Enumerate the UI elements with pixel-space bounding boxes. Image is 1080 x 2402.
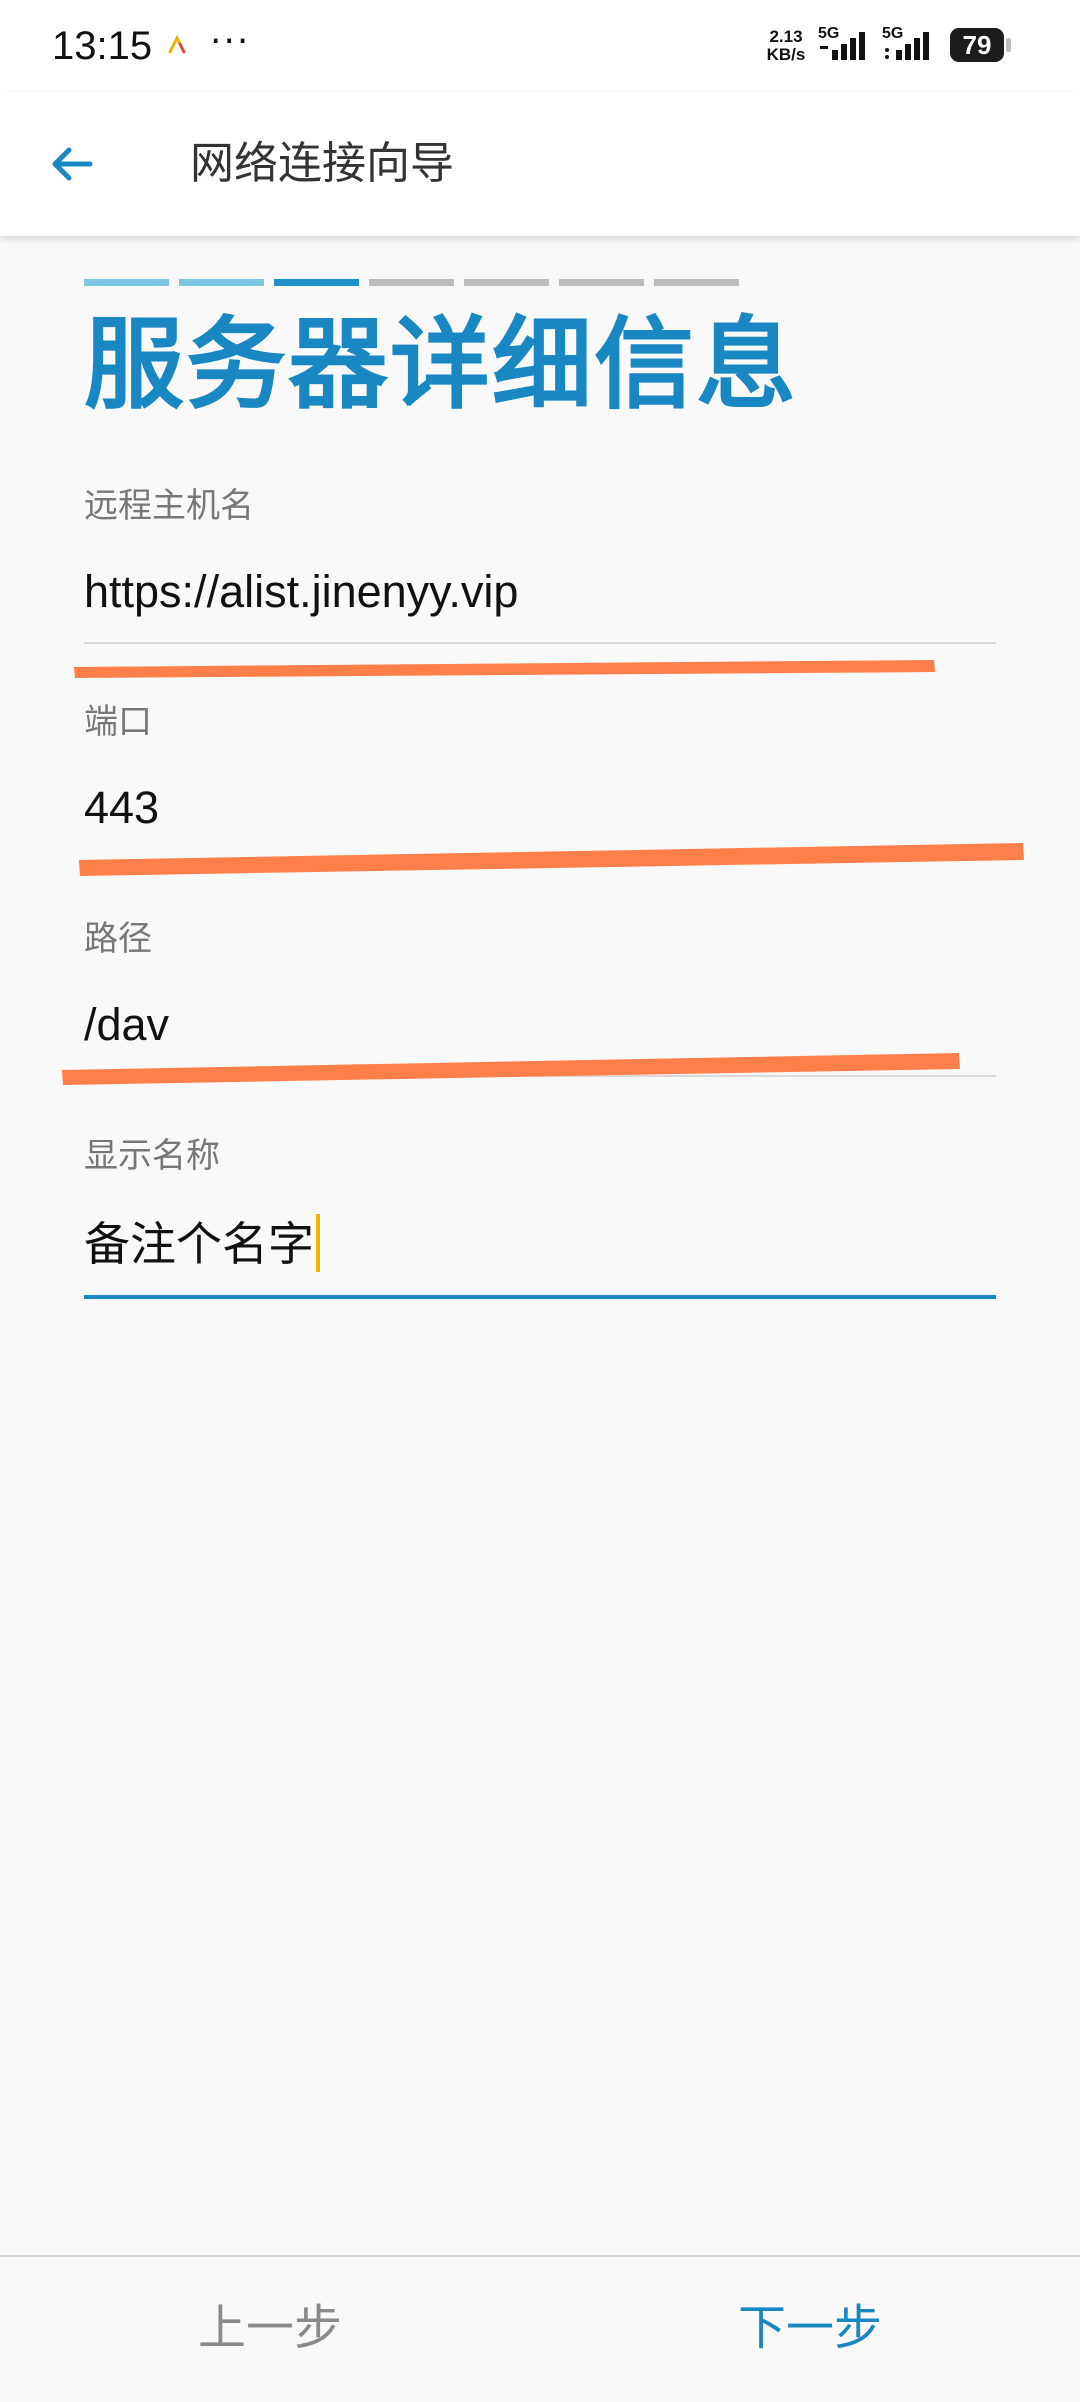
annotation-stroke-port [79,843,1024,876]
wizard-step-6 [559,279,644,286]
page-title: 网络连接向导 [190,138,454,189]
back-arrow-icon[interactable] [36,128,108,200]
wizard-step-5 [464,279,549,286]
battery-icon: 79 [950,28,1012,64]
section-heading: 服务器详细信息 [84,306,798,423]
path-underline [84,1075,996,1077]
display-name-input[interactable]: 备注个名字 [84,1214,996,1274]
wizard-step-7 [654,279,739,286]
signal-bars-icon-2 [885,32,929,60]
network-speed-value: 2.13 [769,27,803,46]
annotation-stroke-host [74,660,935,678]
host-input[interactable]: https://alist.jinenyy.vip [84,562,996,622]
display-name-value: 备注个名字 [84,1217,314,1271]
notification-app-icon [168,34,186,54]
network-speed: 2.13 KB/s [760,28,812,64]
wizard-step-2 [179,279,264,286]
battery-level: 79 [950,28,1004,62]
wizard-step-3 [274,279,359,286]
signal-strength-icon-2: 5G [882,26,938,66]
text-cursor [316,1214,320,1272]
signal-bars-icon [820,32,865,60]
signal-strength-icon: 5G [818,26,874,66]
display-name-underline [84,1295,996,1299]
battery-terminal [1006,38,1011,52]
status-bar: 13:15 ··· 2.13 KB/s 5G 5G 79 [0,0,1080,92]
next-step-button[interactable]: 下一步 [660,2283,960,2373]
host-label: 远程主机名 [84,486,254,526]
app-bar: 网络连接向导 [0,92,1080,236]
network-speed-unit: KB/s [766,45,806,64]
port-input[interactable]: 443 [84,778,996,838]
wizard-progress [84,279,744,287]
wizard-footer: 上一步 下一步 [0,2255,1080,2402]
wizard-step-1 [84,279,169,286]
port-label: 端口 [84,702,152,742]
path-input[interactable]: /dav [84,995,996,1055]
more-notifications-icon: ··· [210,21,251,62]
status-time: 13:15 [52,24,153,68]
previous-step-button[interactable]: 上一步 [120,2283,420,2373]
wizard-step-4 [369,279,454,286]
host-underline [84,642,996,644]
annotation-stroke-path [62,1053,960,1085]
path-label: 路径 [84,919,152,959]
display-name-label: 显示名称 [84,1136,220,1176]
